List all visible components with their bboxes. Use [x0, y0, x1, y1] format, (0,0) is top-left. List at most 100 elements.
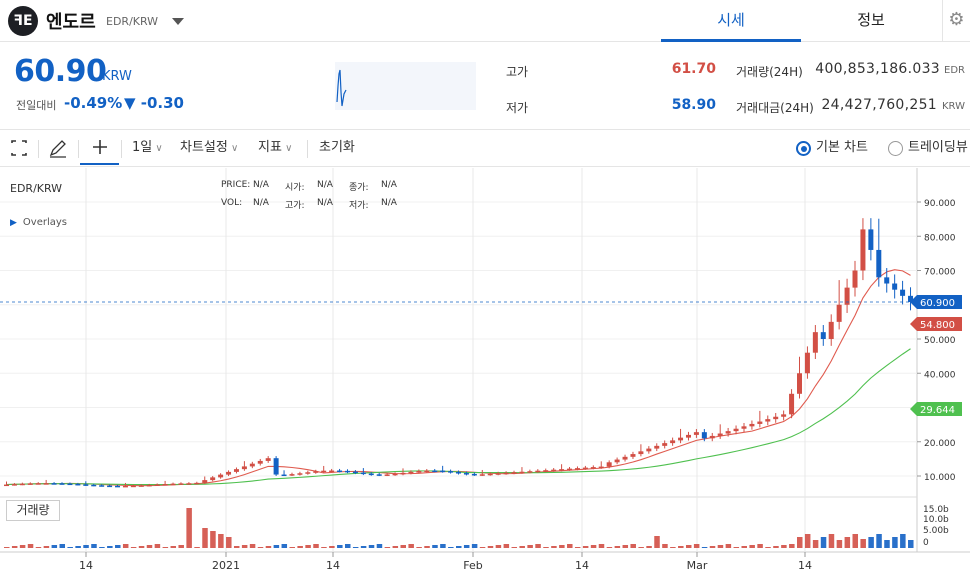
pencil-icon[interactable]	[48, 131, 68, 165]
coin-select-chevron-down-icon[interactable]	[172, 18, 184, 25]
x-tick-label: 14	[798, 559, 812, 572]
candle-body	[876, 249, 882, 278]
indicators-select[interactable]: 지표 ∨	[258, 131, 292, 165]
candle-body	[709, 435, 715, 439]
candle-body	[83, 484, 89, 486]
candle-body	[130, 485, 136, 488]
candle-body	[305, 472, 311, 474]
info-open-value: N/A	[317, 180, 333, 190]
candle-body	[804, 352, 810, 374]
candle-body	[646, 448, 652, 452]
basic-chart-label[interactable]: 기본 차트	[816, 131, 868, 165]
candle-body	[725, 431, 731, 434]
current-price-tag-label: 60.900	[920, 298, 955, 309]
volume-bar	[75, 546, 81, 548]
high-label: 고가	[506, 65, 529, 79]
tradingview-radio[interactable]	[888, 141, 903, 156]
volume-bar	[828, 534, 835, 548]
candle-body	[424, 470, 430, 473]
volume-bar	[773, 546, 779, 548]
volume-bar	[678, 546, 684, 548]
candle-body	[384, 474, 390, 476]
candle-body	[233, 469, 239, 472]
candle-body	[812, 332, 818, 353]
candle-body	[249, 463, 255, 467]
y-tick-label: 80.000	[924, 233, 956, 243]
interval-select[interactable]: 1일 ∨	[132, 131, 163, 165]
toolbar-divider	[38, 140, 39, 158]
volume-bar	[551, 546, 557, 548]
volume-bar	[789, 544, 795, 548]
x-axis-tick-layer: 14 2021 14 Feb 14 Mar 14	[79, 552, 812, 572]
candle-body	[852, 270, 858, 288]
reset-button[interactable]: 초기화	[319, 131, 355, 165]
candle-body	[495, 473, 501, 475]
chart-settings-select[interactable]: 차트설정 ∨	[180, 131, 238, 165]
volume-bar	[416, 547, 422, 548]
change-amount: ▼ -0.30	[124, 94, 184, 112]
basic-chart-radio[interactable]	[796, 141, 811, 156]
volume-bar	[305, 545, 311, 548]
candle-body	[170, 483, 176, 486]
volume-tick-label: 0	[923, 538, 929, 548]
volume-bar	[717, 545, 724, 548]
candle-body	[321, 470, 327, 473]
candle-body	[448, 471, 454, 473]
gear-icon[interactable]: ⚙	[942, 0, 970, 42]
price-chart[interactable]: 90.00080.00070.00060.00050.00040.00030.0…	[0, 168, 970, 582]
candle-body	[828, 321, 834, 339]
chevron-down-icon: ∨	[227, 143, 239, 154]
chart-title: EDR/KRW	[10, 182, 63, 195]
volume-bar	[543, 547, 549, 548]
volume-24h-value: 400,853,186.033	[815, 61, 940, 77]
volume-bar	[59, 544, 66, 548]
toolbar-divider	[121, 140, 122, 158]
volume-bar	[487, 546, 494, 548]
ma-short-tag-label: 54.800	[920, 320, 955, 331]
candle-body	[757, 421, 763, 424]
x-tick-label: Mar	[687, 559, 708, 572]
volume-bar	[35, 547, 42, 548]
tab-info[interactable]: 정보	[801, 0, 941, 42]
candle-body	[11, 484, 17, 486]
candle-body	[337, 470, 343, 473]
volume-bar	[257, 547, 264, 548]
volume-bar	[535, 544, 541, 548]
volume-bar	[511, 547, 518, 548]
volume-bar	[440, 544, 446, 548]
grid-layer	[0, 168, 917, 552]
candle-body	[463, 473, 469, 475]
volume-24h-label: 거래량(24H)	[736, 65, 803, 79]
candle-body	[900, 289, 906, 296]
candle-body	[868, 229, 874, 250]
toolbar-divider	[78, 140, 79, 158]
tradingview-label[interactable]: 트레이딩뷰	[908, 131, 970, 165]
fullscreen-icon[interactable]	[10, 131, 28, 165]
x-tick-label: 14	[326, 559, 340, 572]
candle-body	[408, 471, 414, 474]
triangle-right-icon: ▶	[10, 218, 17, 228]
price-chart-canvas[interactable]: 90.00080.00070.00060.00050.00040.00030.0…	[0, 168, 970, 582]
volume-bar	[495, 545, 502, 548]
candle-body	[622, 456, 628, 460]
candle-body	[559, 469, 565, 471]
crosshair-icon[interactable]	[80, 131, 119, 165]
ma-long-tag: 29.644	[910, 402, 962, 416]
volume-bar	[273, 545, 280, 548]
candle-body	[313, 471, 319, 473]
volume-bar	[765, 547, 771, 548]
volume-bar	[852, 534, 859, 548]
volume-bar	[614, 546, 621, 548]
candle-body	[19, 483, 25, 486]
volume-24h-unit: EDR	[944, 65, 965, 76]
overlays-toggle[interactable]: ▶ Overlays	[10, 217, 67, 228]
info-open-label: 시가:	[285, 183, 305, 193]
candle-body	[479, 474, 485, 476]
candle-body	[606, 462, 612, 467]
coin-name[interactable]: 엔도르	[46, 8, 96, 34]
tab-market-price[interactable]: 시세	[661, 0, 801, 42]
info-vol-label: VOL:	[221, 198, 243, 208]
volume-bar	[99, 547, 105, 548]
chart-toolbar: 1일 ∨ 차트설정 ∨ 지표 ∨ 초기화 기본 차트 트레이딩뷰	[0, 131, 970, 167]
candle-body	[733, 428, 739, 432]
